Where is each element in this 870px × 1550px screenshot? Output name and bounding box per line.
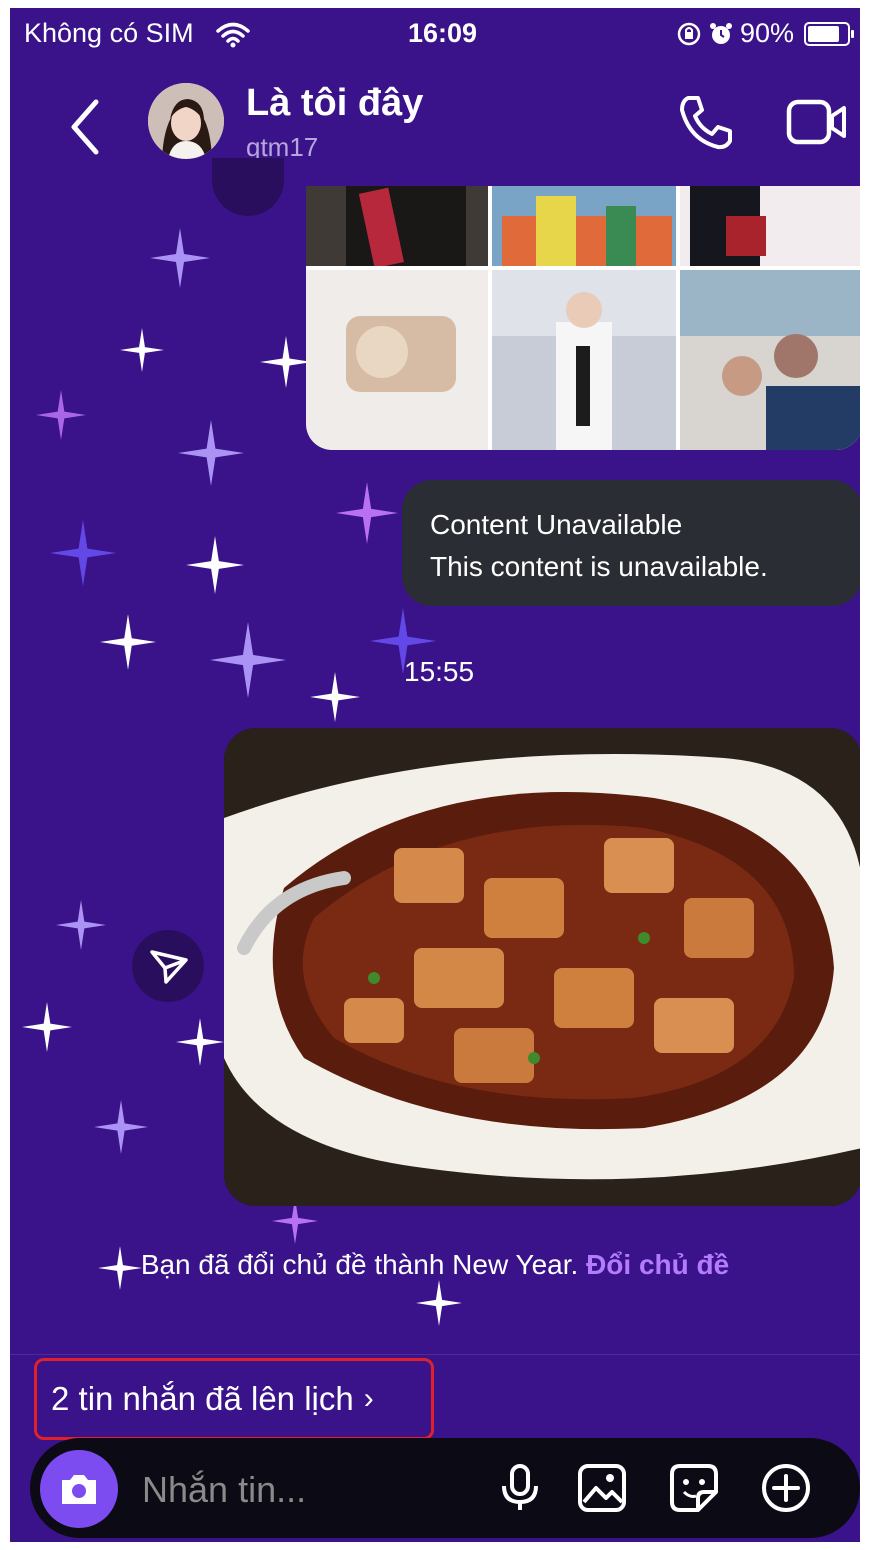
photo-grid-image <box>306 186 860 450</box>
send-icon <box>150 950 188 984</box>
back-icon[interactable] <box>62 92 112 162</box>
sparkle-icon <box>150 228 210 288</box>
status-right: 90% <box>676 18 854 49</box>
sparkle-icon <box>176 1018 224 1066</box>
avatar[interactable] <box>148 83 224 159</box>
video-camera-icon[interactable] <box>786 96 848 148</box>
message-input[interactable] <box>140 1464 474 1516</box>
unavailable-body: This content is unavailable. <box>430 551 768 582</box>
message-timestamp: 15:55 <box>404 656 475 687</box>
sparkle-icon <box>56 900 106 950</box>
sparkle-icon <box>94 1100 148 1154</box>
avatar-image <box>148 83 224 159</box>
scheduled-messages-label: 2 tin nhắn đã lên lịch <box>51 1380 354 1417</box>
carrier-label: Không có SIM <box>24 18 194 48</box>
wifi-icon <box>216 22 250 48</box>
theme-change-text: Bạn đã đổi chủ đề thành New Year. <box>140 1249 579 1280</box>
share-button[interactable] <box>132 930 204 1002</box>
battery-percent: 90% <box>739 18 794 48</box>
change-theme-link[interactable]: Đổi chủ đề <box>586 1249 729 1280</box>
phone-icon[interactable] <box>676 92 734 152</box>
camera-icon <box>62 1475 96 1504</box>
contact-name[interactable]: Là tôi đây <box>246 82 423 125</box>
photo-grid[interactable] <box>306 186 860 450</box>
plus-icon[interactable] <box>760 1462 812 1514</box>
chat-screen: Không có SIM 16:09 90% Là tôi đây qtm17 … <box>10 8 860 1542</box>
scheduled-messages-button[interactable]: 2 tin nhắn đã lên lịch › <box>34 1358 434 1440</box>
food-photo-image <box>224 728 860 1206</box>
sparkle-icon <box>260 336 312 388</box>
sparkle-icon <box>310 672 360 722</box>
unavailable-title: Content Unavailable <box>430 509 683 540</box>
sparkle-icon <box>186 536 244 594</box>
sticker-icon[interactable] <box>668 1462 720 1514</box>
food-photo-message[interactable] <box>224 728 860 1206</box>
battery-fill <box>808 25 839 42</box>
sparkle-icon <box>100 614 156 670</box>
sparkle-icon <box>416 1280 462 1326</box>
rotation-lock-icon <box>677 22 701 45</box>
battery-icon <box>804 21 854 46</box>
sparkle-icon <box>178 420 244 486</box>
status-bar: Không có SIM 16:09 90% <box>10 8 860 58</box>
sparkle-icon <box>50 520 116 586</box>
status-time: 16:09 <box>408 18 478 48</box>
share-button-partial[interactable] <box>212 158 284 216</box>
unavailable-message-bubble[interactable]: Content Unavailable This content is unav… <box>402 480 860 606</box>
sparkle-icon <box>210 622 286 698</box>
chat-header: Là tôi đây qtm17 <box>10 68 860 178</box>
divider <box>10 1354 860 1355</box>
sparkle-icon <box>36 390 86 440</box>
sparkle-icon <box>22 1002 72 1052</box>
sparkle-icon <box>336 482 398 544</box>
microphone-icon[interactable] <box>494 1462 546 1514</box>
sparkle-icon <box>120 328 164 372</box>
alarm-icon <box>709 22 732 44</box>
camera-button[interactable] <box>40 1450 118 1528</box>
theme-change-notice: Bạn đã đổi chủ đề thành New Year. Đổi ch… <box>30 1248 840 1282</box>
chevron-right-icon: › <box>363 1382 374 1415</box>
message-composer <box>30 1438 860 1538</box>
image-icon[interactable] <box>576 1462 628 1514</box>
